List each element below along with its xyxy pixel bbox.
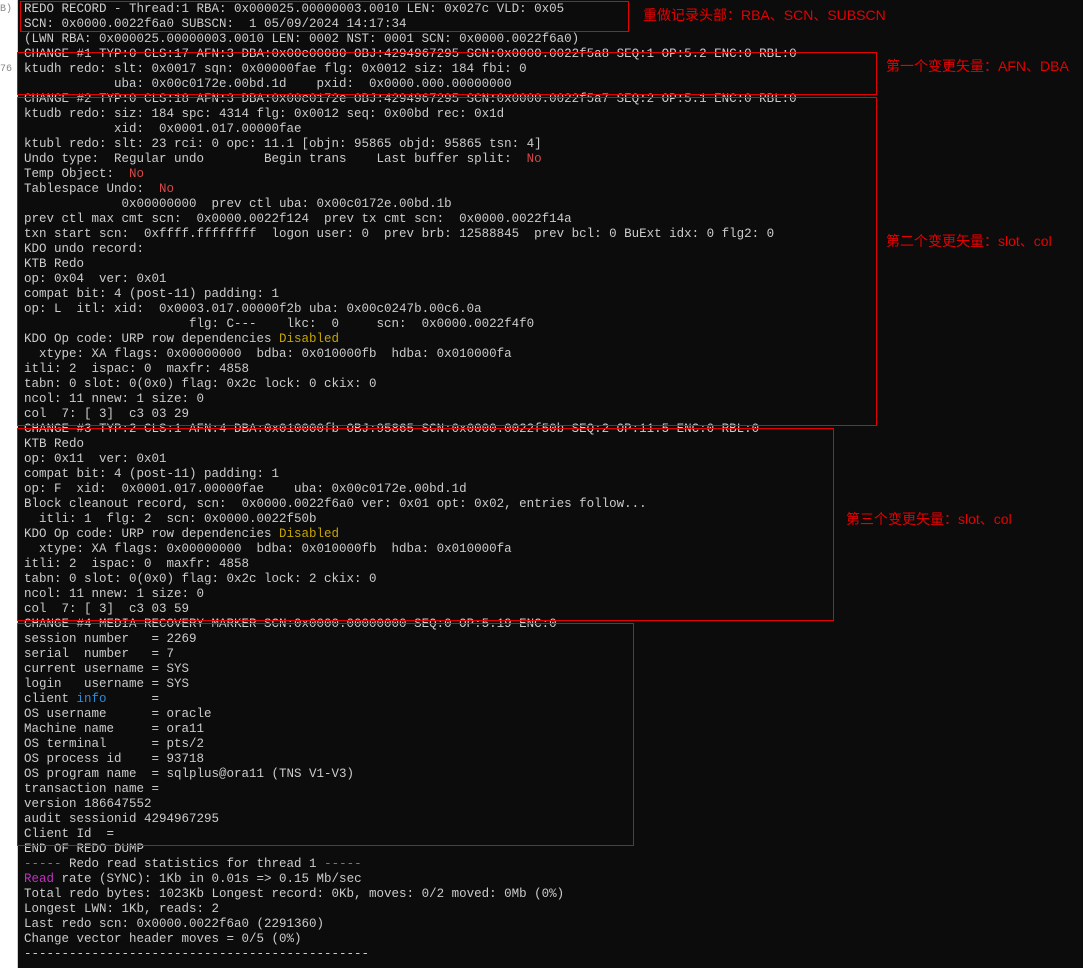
no-keyword: No [159, 182, 174, 196]
change2-line: xtype: XA flags: 0x00000000 bdba: 0x0100… [24, 347, 512, 361]
change2-line: compat bit: 4 (post-11) padding: 1 [24, 287, 279, 301]
annotation-change2: 第二个变更矢量：slot、col [886, 232, 1076, 250]
change4-line: CHANGE #4 MEDIA RECOVERY MARKER SCN:0x00… [24, 617, 557, 631]
change2-ts-line: Tablespace Undo: No [24, 182, 174, 196]
footer-line: Longest LWN: 1Kb, reads: 2 [24, 902, 219, 916]
change4-line: serial number = 7 [24, 647, 174, 661]
change3-kdo-line: KDO Op code: URP row dependencies Disabl… [24, 527, 339, 541]
no-keyword: No [527, 152, 542, 166]
change3-line: itli: 2 ispac: 0 maxfr: 4858 [24, 557, 249, 571]
footer-line: Total redo bytes: 1023Kb Longest record:… [24, 887, 564, 901]
change2-line: itli: 2 ispac: 0 maxfr: 4858 [24, 362, 249, 376]
editor-gutter: B) 76 [0, 0, 18, 968]
disabled-keyword: Disabled [279, 332, 339, 346]
change4-line: Machine name = ora11 [24, 722, 204, 736]
annotation-header: 重做记录头部：RBA、SCN、SUBSCN [643, 6, 1073, 24]
footer-line: ----------------------------------------… [24, 947, 369, 961]
change3-line: xtype: XA flags: 0x00000000 bdba: 0x0100… [24, 542, 512, 556]
gutter-label: B) [0, 2, 17, 17]
change2-line: 0x00000000 prev ctl uba: 0x00c0172e.00bd… [24, 197, 459, 211]
change2-line: prev ctl max cmt scn: 0x0000.0022f124 pr… [24, 212, 579, 226]
read-keyword: Read [24, 872, 54, 886]
change4-line: Client Id = [24, 827, 122, 841]
change2-line: tabn: 0 slot: 0(0x0) flag: 0x2c lock: 0 … [24, 377, 377, 391]
change4-client-line: client info = [24, 692, 159, 706]
change2-line: ktubl redo: slt: 23 rci: 0 opc: 11.1 [ob… [24, 137, 542, 151]
change3-line: tabn: 0 slot: 0(0x0) flag: 0x2c lock: 2 … [24, 572, 377, 586]
change2-line: ktudb redo: siz: 184 spc: 4314 flg: 0x00… [24, 107, 504, 121]
change3-line: op: F xid: 0x0001.017.00000fae uba: 0x00… [24, 482, 467, 496]
change2-temp-line: Temp Object: No [24, 167, 144, 181]
change4-line: OS terminal = pts/2 [24, 737, 204, 751]
change3-line: col 7: [ 3] c3 03 59 [24, 602, 189, 616]
footer-end: END OF REDO DUMP [24, 842, 144, 856]
change2-line: xid: 0x0001.017.00000fae [24, 122, 317, 136]
change4-line: current username = SYS [24, 662, 189, 676]
change1-line3: uba: 0x00c0172e.00bd.1d pxid: 0x0000.000… [24, 77, 512, 91]
change2-line: KTB Redo [24, 257, 92, 271]
change2-line: CHANGE #2 TYP:0 CLS:18 AFN:3 DBA:0x00c01… [24, 92, 797, 106]
change2-line: txn start scn: 0xffff.ffffffff logon use… [24, 227, 774, 241]
change3-line: compat bit: 4 (post-11) padding: 1 [24, 467, 279, 481]
change1-line2: ktudh redo: slt: 0x0017 sqn: 0x00000fae … [24, 62, 527, 76]
redo-header-line1: REDO RECORD - Thread:1 RBA: 0x000025.000… [24, 2, 564, 16]
info-keyword: info [77, 692, 107, 706]
change4-line: OS username = oracle [24, 707, 212, 721]
change2-line: col 7: [ 3] c3 03 29 [24, 407, 189, 421]
change4-line: login username = SYS [24, 677, 189, 691]
redo-header-line2: SCN: 0x0000.0022f6a0 SUBSCN: 1 05/09/202… [24, 17, 407, 31]
redo-header-line3: (LWN RBA: 0x000025.00000003.0010 LEN: 00… [24, 32, 579, 46]
change1-line1: CHANGE #1 TYP:0 CLS:17 AFN:3 DBA:0x00c00… [24, 47, 797, 61]
change2-line: flg: C--- lkc: 0 scn: 0x0000.0022f4f0 [24, 317, 534, 331]
change2-kdo-line: KDO Op code: URP row dependencies Disabl… [24, 332, 339, 346]
change4-line: version 186647552 [24, 797, 152, 811]
terminal-output: REDO RECORD - Thread:1 RBA: 0x000025.000… [18, 0, 1083, 968]
change3-line: KTB Redo [24, 437, 92, 451]
footer-read-line: Read rate (SYNC): 1Kb in 0.01s => 0.15 M… [24, 872, 362, 886]
change4-line: OS process id = 93718 [24, 752, 204, 766]
change2-line: KDO undo record: [24, 242, 144, 256]
change2-undo-line: Undo type: Regular undo Begin trans Last… [24, 152, 542, 166]
change4-line: audit sessionid 4294967295 [24, 812, 219, 826]
change3-line: itli: 1 flg: 2 scn: 0x0000.0022f50b [24, 512, 317, 526]
footer-line: Change vector header moves = 0/5 (0%) [24, 932, 302, 946]
disabled-keyword: Disabled [279, 527, 339, 541]
gutter-line-number: 76 [0, 62, 17, 77]
change2-line: op: L itl: xid: 0x0003.017.00000f2b uba:… [24, 302, 482, 316]
change3-line: op: 0x11 ver: 0x01 [24, 452, 182, 466]
change4-line: transaction name = [24, 782, 167, 796]
change4-line: session number = 2269 [24, 632, 197, 646]
change3-line: ncol: 11 nnew: 1 size: 0 [24, 587, 204, 601]
change4-line: OS program name = sqlplus@ora11 (TNS V1-… [24, 767, 354, 781]
footer-stats-line: ----- Redo read statistics for thread 1 … [24, 857, 362, 871]
change2-line: ncol: 11 nnew: 1 size: 0 [24, 392, 204, 406]
annotation-change3: 第三个变更矢量：slot、col [846, 510, 1036, 528]
no-keyword: No [129, 167, 144, 181]
change3-line: Block cleanout record, scn: 0x0000.0022f… [24, 497, 647, 511]
footer-line: Last redo scn: 0x0000.0022f6a0 (2291360) [24, 917, 324, 931]
change3-line: CHANGE #3 TYP:2 CLS:1 AFN:4 DBA:0x010000… [24, 422, 759, 436]
annotation-change1: 第一个变更矢量：AFN、DBA [886, 57, 1076, 75]
change2-line: op: 0x04 ver: 0x01 [24, 272, 182, 286]
